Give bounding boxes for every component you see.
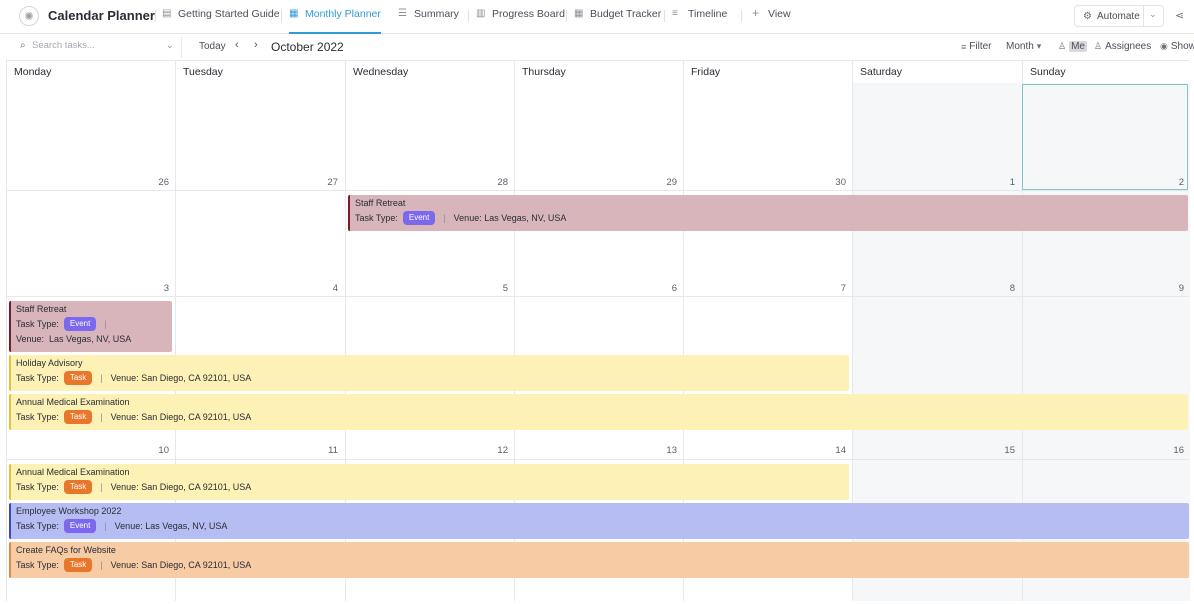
day-number: 14 (835, 445, 846, 456)
calendar-grid: Monday Tuesday Wednesday Thursday Friday… (6, 60, 1190, 601)
doc-icon: ▤ (162, 8, 172, 19)
gear-spinner-icon[interactable]: ✺ (19, 6, 39, 26)
tab-budget-tracker[interactable]: ▦ Budget Tracker (574, 8, 661, 34)
day-number: 1 (1009, 177, 1015, 188)
day-number: 12 (497, 445, 508, 456)
tab-divider (281, 10, 282, 22)
app-title: Calendar Planner (48, 8, 155, 23)
add-view-button[interactable]: + View (752, 6, 791, 34)
chevron-down-icon[interactable]: ⌄ (166, 40, 174, 51)
day-number: 10 (158, 445, 169, 456)
tab-timeline[interactable]: ≡ Timeline (672, 8, 727, 34)
event-staff-retreat[interactable]: Staff Retreat Task Type: Event | Venue: … (348, 195, 1188, 231)
tab-getting-started[interactable]: ▤ Getting Started Guide (162, 8, 280, 34)
tab-progress-board[interactable]: ▥ Progress Board (476, 8, 565, 34)
day-number: 28 (497, 177, 508, 188)
day-number: 30 (835, 177, 846, 188)
day-number: 29 (666, 177, 677, 188)
toolbar: ⌕ ⌄ Today ‹ › October 2022 ≡ Filter Mont… (0, 35, 1194, 60)
event-staff-retreat[interactable]: Staff Retreat Task Type: Event | Venue: … (9, 301, 172, 352)
top-bar: ✺ Calendar Planner ▤ Getting Started Gui… (0, 0, 1194, 34)
event-type-badge: Event (63, 519, 97, 533)
weekday-header: Wednesday (353, 66, 409, 78)
plus-icon: + (752, 6, 760, 20)
day-number: 11 (328, 445, 338, 456)
filter-button[interactable]: ≡ Filter (961, 41, 992, 52)
month-label: October 2022 (271, 40, 344, 54)
caret-down-icon: ▾ (1036, 41, 1042, 51)
eye-icon: ◉ (1160, 41, 1168, 51)
weekday-header: Friday (691, 66, 721, 78)
day-number: 3 (163, 283, 169, 294)
search-icon: ⌕ (20, 40, 26, 51)
tab-divider (155, 10, 156, 22)
day-number: 27 (327, 177, 338, 188)
user-icon: ♙ (1058, 41, 1067, 51)
timeline-icon: ≡ (672, 8, 678, 19)
event-create-faqs[interactable]: Create FAQs for Website Task Type: Task … (9, 542, 1189, 578)
share-icon[interactable]: ⋖ (1175, 9, 1184, 22)
event-annual-medical-examination[interactable]: Annual Medical Examination Task Type: Ta… (9, 394, 1188, 430)
tab-divider (566, 10, 567, 22)
day-number: 26 (158, 177, 169, 188)
event-holiday-advisory[interactable]: Holiday Advisory Task Type: Task | Venue… (9, 355, 849, 391)
event-employee-workshop[interactable]: Employee Workshop 2022 Task Type: Event … (9, 503, 1189, 539)
weekday-header: Thursday (522, 66, 566, 78)
task-type-badge: Task (63, 410, 93, 424)
day-number: 7 (840, 283, 846, 294)
board-icon: ▥ (476, 8, 486, 19)
day-number: 9 (1178, 283, 1184, 294)
today-button[interactable]: Today (199, 41, 226, 52)
search-box: ⌕ ⌄ (12, 37, 182, 58)
day-number: 6 (671, 283, 677, 294)
robot-icon: ⚙ (1083, 10, 1092, 22)
day-number: 16 (1173, 445, 1184, 456)
event-annual-medical-examination[interactable]: Annual Medical Examination Task Type: Ta… (9, 464, 849, 500)
list-icon: ☰ (398, 8, 407, 19)
tab-divider (664, 10, 665, 22)
assignees-button[interactable]: ♙ Assignees (1094, 41, 1151, 52)
tab-summary[interactable]: ☰ Summary (398, 8, 459, 34)
task-type-badge: Task (63, 371, 93, 385)
tab-divider (741, 10, 742, 22)
chevron-right-icon[interactable]: › (254, 39, 258, 51)
automate-button[interactable]: ⚙ Automate ⌄ (1074, 5, 1164, 27)
weekday-header: Sunday (1030, 66, 1066, 78)
table-icon: ▦ (574, 8, 584, 19)
calendar-icon: ▦ (289, 8, 299, 19)
day-number: 8 (1009, 283, 1015, 294)
users-icon: ♙ (1094, 41, 1103, 51)
task-type-badge: Task (63, 558, 93, 572)
event-type-badge: Event (402, 211, 436, 225)
day-number: 13 (666, 445, 677, 456)
weekday-header: Saturday (860, 66, 903, 78)
event-type-badge: Event (63, 317, 97, 331)
day-number: 4 (332, 283, 338, 294)
filter-icon: ≡ (961, 41, 967, 52)
tab-monthly-planner[interactable]: ▦ Monthly Planner (289, 8, 381, 34)
day-number: 2 (1178, 177, 1184, 188)
view-mode-dropdown[interactable]: Month ▾ (1006, 41, 1041, 52)
me-filter-button[interactable]: ♙ Me (1058, 41, 1087, 52)
day-number: 15 (1004, 445, 1015, 456)
weekday-header: Monday (14, 66, 52, 78)
today-cell[interactable] (1022, 84, 1188, 190)
chevron-left-icon[interactable]: ‹ (235, 39, 239, 51)
weekday-header: Tuesday (183, 66, 223, 78)
tab-divider (468, 10, 469, 22)
chevron-down-icon[interactable]: ⌄ (1149, 9, 1157, 20)
search-input[interactable] (32, 40, 162, 51)
day-number: 5 (502, 283, 508, 294)
task-type-badge: Task (63, 480, 93, 494)
show-button[interactable]: ◉ Show (1160, 41, 1194, 52)
